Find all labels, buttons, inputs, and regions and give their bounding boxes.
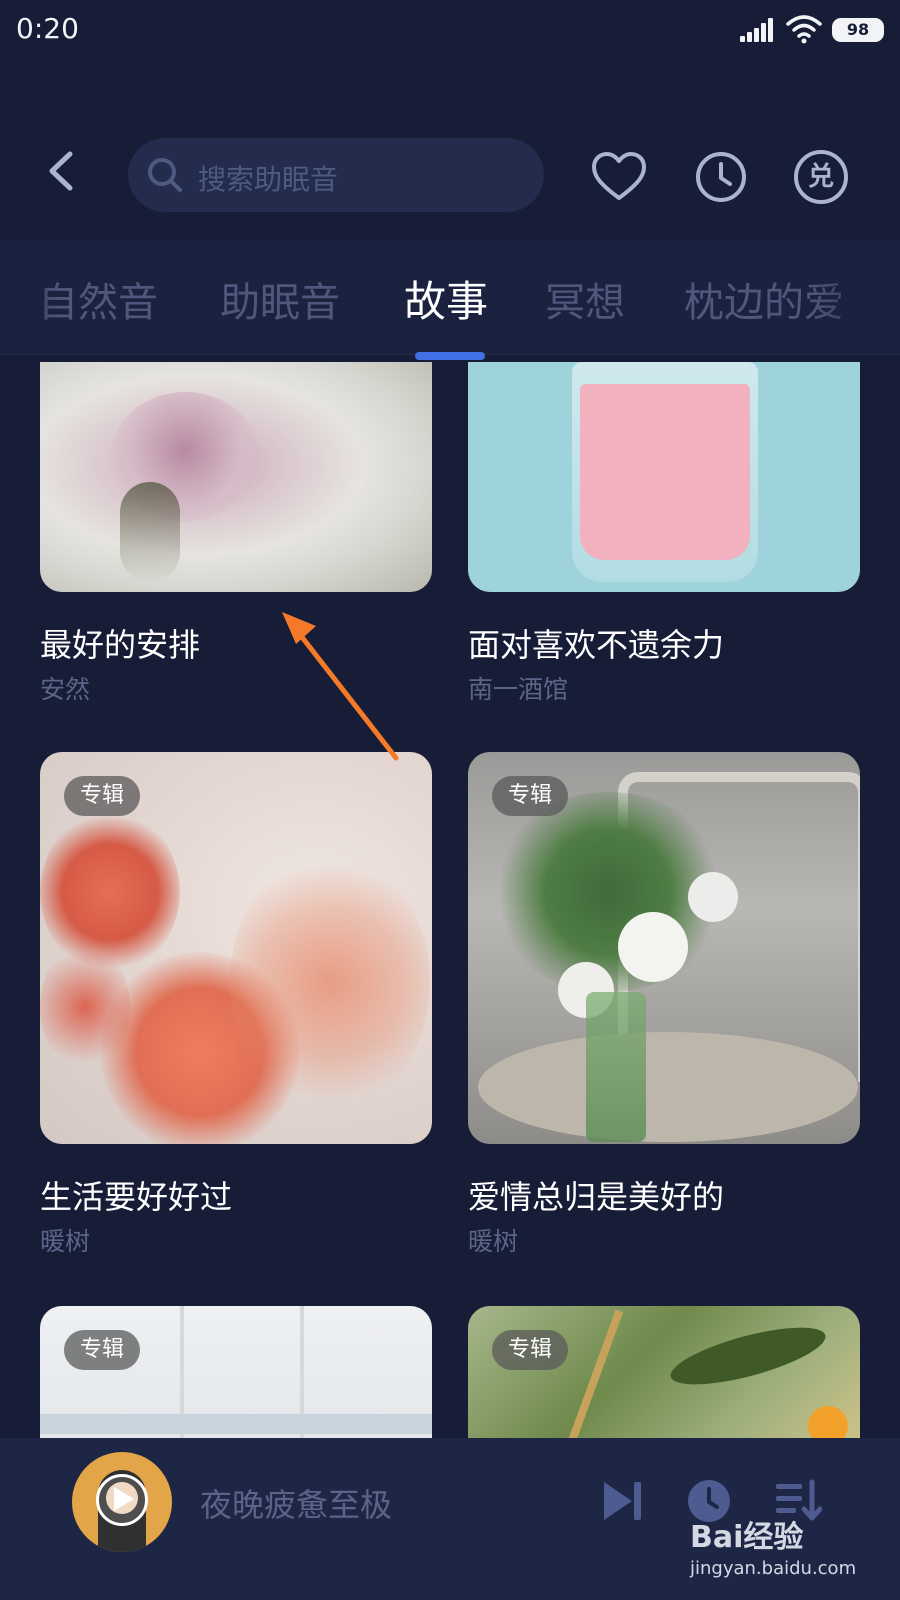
status-time: 0:20 bbox=[16, 12, 79, 45]
redeem-icon[interactable]: 兑 bbox=[792, 148, 850, 206]
story-card-image[interactable]: 专辑 bbox=[40, 752, 432, 1144]
search-input[interactable]: 搜索助眠音 bbox=[128, 138, 544, 212]
now-playing-title[interactable]: 夜晚疲惫至极 bbox=[200, 1480, 392, 1526]
search-placeholder: 搜索助眠音 bbox=[198, 163, 339, 196]
story-card-author: 安然 bbox=[40, 675, 91, 704]
status-bar: 0:20 98 bbox=[0, 0, 900, 62]
tab-stories[interactable]: 故事 bbox=[404, 268, 488, 329]
heart-icon[interactable] bbox=[590, 148, 648, 206]
story-card-image[interactable] bbox=[468, 362, 860, 592]
annotation-arrow bbox=[282, 612, 399, 761]
tab-meditation[interactable]: 冥想 bbox=[545, 270, 625, 328]
story-card-author: 暖树 bbox=[40, 1227, 91, 1256]
story-card-title[interactable]: 面对喜欢不遗余力 bbox=[468, 620, 724, 666]
signal-icon bbox=[740, 18, 774, 42]
story-card-image[interactable] bbox=[40, 362, 432, 592]
story-card-title[interactable]: 生活要好好过 bbox=[40, 1172, 232, 1218]
active-tab-indicator bbox=[415, 352, 485, 360]
search-icon bbox=[148, 158, 182, 192]
wifi-icon bbox=[786, 15, 822, 44]
watermark-url: jingyan.baidu.com bbox=[690, 1558, 857, 1579]
redeem-label: 兑 bbox=[807, 162, 834, 192]
album-badge: 专辑 bbox=[64, 776, 141, 816]
album-cover[interactable] bbox=[72, 1452, 172, 1552]
story-card-author: 南一酒馆 bbox=[468, 675, 569, 704]
story-card-title[interactable]: 最好的安排 bbox=[40, 620, 200, 666]
back-icon[interactable] bbox=[40, 148, 86, 194]
watermark: Bai经验 jingyan.baidu.com bbox=[690, 1512, 890, 1592]
tabs-fade-right bbox=[810, 240, 900, 354]
tabs-fade-left bbox=[0, 240, 60, 354]
next-icon[interactable] bbox=[598, 1476, 648, 1526]
story-card-author: 暖树 bbox=[468, 1227, 519, 1256]
tab-sleep-sounds[interactable]: 助眠音 bbox=[220, 270, 340, 328]
app-screen: 0:20 98 搜索助眠音 兑 自然音 助眠音 故事 冥想 枕边的爱 最好的安排… bbox=[0, 0, 900, 1600]
album-badge: 专辑 bbox=[492, 776, 569, 816]
album-badge: 专辑 bbox=[492, 1330, 569, 1370]
battery-icon: 98 bbox=[832, 18, 884, 42]
story-card-title[interactable]: 爱情总归是美好的 bbox=[468, 1172, 724, 1218]
watermark-brand: Bai经验 bbox=[690, 1520, 804, 1555]
album-badge: 专辑 bbox=[64, 1330, 141, 1370]
play-icon[interactable] bbox=[112, 1486, 136, 1512]
clock-icon[interactable] bbox=[692, 148, 750, 206]
category-tabs: 自然音 助眠音 故事 冥想 枕边的爱 bbox=[0, 240, 900, 355]
story-card-image[interactable]: 专辑 bbox=[468, 752, 860, 1144]
